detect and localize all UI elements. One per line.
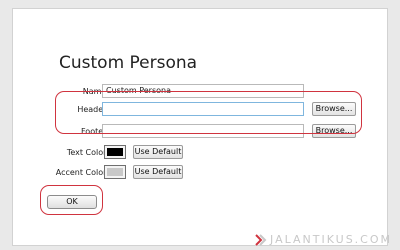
text-color-fill — [107, 148, 123, 156]
text-color-label: Text Color: — [66, 148, 109, 157]
dialog-title: Custom Persona — [59, 53, 198, 73]
header-footer-highlight — [55, 91, 362, 134]
accent-color-swatch[interactable] — [104, 165, 126, 179]
jalantikus-logo-icon — [255, 233, 267, 246]
watermark: JALANTIKUS.COM — [255, 233, 392, 246]
accent-color-fill — [107, 168, 123, 176]
text-color-swatch[interactable] — [104, 145, 126, 159]
ok-button-highlight — [40, 185, 103, 215]
watermark-text: JALANTIKUS.COM — [270, 233, 392, 246]
text-color-use-default-button[interactable]: Use Default — [133, 145, 183, 159]
dialog-window: Custom Persona Name: Custom Persona Head… — [12, 8, 388, 246]
accent-color-label: Accent Color: — [55, 168, 109, 177]
accent-color-use-default-button[interactable]: Use Default — [133, 165, 183, 179]
